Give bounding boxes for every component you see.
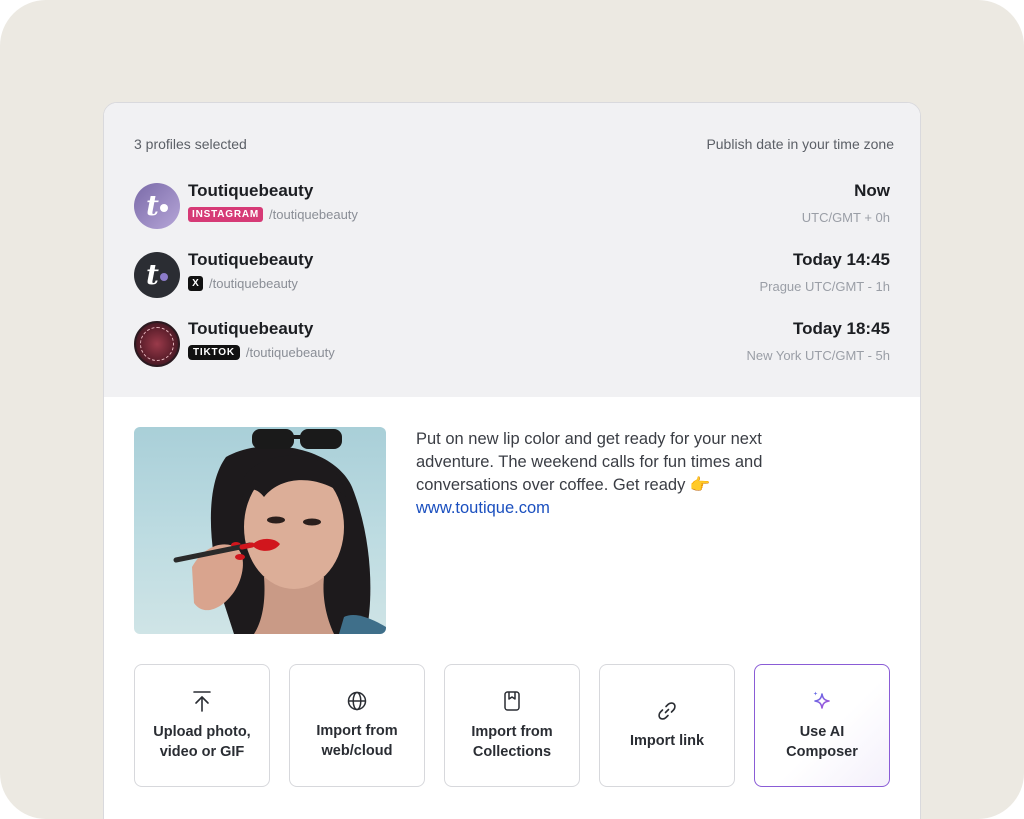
profile-handle: /toutiquebeauty <box>245 345 335 360</box>
publish-time[interactable]: Now <box>854 181 890 201</box>
profiles-selected-count: 3 profiles selected <box>134 136 247 152</box>
profile-name: Toutiquebeauty <box>188 250 314 269</box>
import-web-cloud-button[interactable]: Import from web/cloud <box>289 664 425 787</box>
publish-time[interactable]: Today 18:45 <box>793 319 890 339</box>
ai-composer-button[interactable]: Use AI Composer <box>754 664 890 787</box>
collections-icon <box>503 690 521 712</box>
profile-meta: TIKTOK /toutiquebeauty <box>188 345 335 360</box>
publish-date-label: Publish date in your time zone <box>706 136 894 152</box>
action-label: Import link <box>629 732 705 749</box>
avatar-letter: t <box>146 189 159 222</box>
instagram-badge: INSTAGRAM <box>188 207 264 222</box>
app-frame: 3 profiles selected Publish date in your… <box>0 0 1024 819</box>
profile-name: Toutiquebeauty <box>188 319 314 338</box>
action-label: Import from Collections <box>471 723 553 760</box>
import-link-button[interactable]: Import link <box>599 664 735 787</box>
profile-meta: X /toutiquebeauty <box>188 276 298 291</box>
avatar <box>134 321 180 367</box>
timezone-label: Prague UTC/GMT - 1h <box>759 279 890 294</box>
import-collections-button[interactable]: Import from Collections <box>444 664 580 787</box>
media-actions: Upload photo, video or GIF Import from w… <box>134 664 890 787</box>
timezone-label: UTC/GMT + 0h <box>801 210 890 225</box>
publish-time[interactable]: Today 14:45 <box>793 250 890 270</box>
profile-row-x[interactable]: t Toutiquebeauty X /toutiquebeauty Today… <box>134 250 890 300</box>
tiktok-badge: TIKTOK <box>188 345 240 360</box>
profile-meta: INSTAGRAM /toutiquebeauty <box>188 207 358 222</box>
profile-row-tiktok[interactable]: Toutiquebeauty TIKTOK /toutiquebeauty To… <box>134 319 890 369</box>
post-caption[interactable]: Put on new lip color and get ready for y… <box>416 428 816 520</box>
avatar-letter: t <box>146 258 159 291</box>
profile-row-instagram[interactable]: t Toutiquebeauty INSTAGRAM /toutiquebeau… <box>134 181 890 231</box>
avatar: t <box>134 183 180 229</box>
profile-handle: /toutiquebeauty <box>209 276 298 291</box>
post-image[interactable] <box>134 427 386 634</box>
timezone-label: New York UTC/GMT - 5h <box>746 348 890 363</box>
portrait-illustration <box>173 429 386 634</box>
profile-handle: /toutiquebeauty <box>269 207 358 222</box>
link-icon <box>657 701 677 721</box>
upload-icon <box>192 690 212 712</box>
profile-name: Toutiquebeauty <box>188 181 314 200</box>
globe-icon <box>347 691 367 711</box>
profiles-header: 3 profiles selected Publish date in your… <box>134 136 894 152</box>
sparkle-icon <box>811 690 833 712</box>
post-caption-text: Put on new lip color and get ready for y… <box>416 430 763 494</box>
action-label: Use AI Composer <box>786 723 858 760</box>
profiles-panel: 3 profiles selected Publish date in your… <box>104 103 920 397</box>
upload-media-button[interactable]: Upload photo, video or GIF <box>134 664 270 787</box>
avatar-logo <box>140 327 174 361</box>
post-composer-card: 3 profiles selected Publish date in your… <box>103 102 921 819</box>
avatar: t <box>134 252 180 298</box>
action-label: Upload photo, video or GIF <box>153 723 251 760</box>
x-badge: X <box>188 276 203 291</box>
post-link[interactable]: www.toutique.com <box>416 497 816 520</box>
action-label: Import from web/cloud <box>316 722 398 759</box>
